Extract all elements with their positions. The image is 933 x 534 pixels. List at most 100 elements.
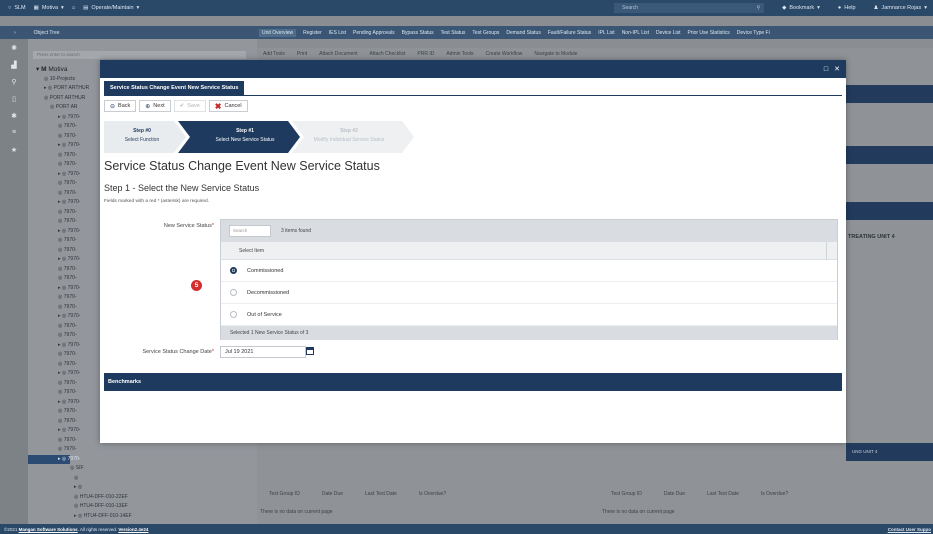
bg-tool-admin[interactable]: Admin Tools [446, 51, 473, 57]
rail-item-7[interactable]: ★ [0, 141, 28, 158]
tab-bypass-status[interactable]: Bypass Status [402, 30, 434, 36]
grid-icon: ▤ [83, 5, 89, 11]
step-0[interactable]: Step #0 Select Function [106, 127, 178, 145]
tree-node-label: 7970- [67, 256, 81, 262]
radio-selected[interactable] [230, 267, 237, 274]
list-search-input[interactable]: Search [229, 225, 271, 237]
tab-device-list[interactable]: Device List [656, 30, 680, 36]
module-name: Operate/Maintain [91, 5, 134, 11]
chevron-right-icon: ▸ ◎ [58, 113, 68, 120]
save-button[interactable]: ✔ Save [173, 100, 206, 112]
date-label-text: Service Status Change Date [142, 349, 212, 355]
step-2-number: Step #2 [340, 128, 358, 134]
list-item[interactable]: Commissioned [221, 260, 837, 282]
list-header: Search 3 items found [221, 220, 837, 242]
tree-node-label: 7970- [63, 322, 77, 329]
chevron-down-icon: ▾ [817, 5, 820, 11]
tree-root-label: Motiva [48, 66, 68, 73]
bg-tool-attach-doc[interactable]: Attach Document [319, 51, 357, 57]
tab-prior-use-statistics[interactable]: Prior Use Statistics [687, 30, 729, 36]
tree-node[interactable]: ▸ ◎ HTU4-DFF-010-14EF [28, 512, 257, 522]
bookmark-menu[interactable]: ◆ Bookmark ▾ [782, 5, 820, 11]
bg-tool-navigate[interactable]: Navigate to Module [534, 51, 577, 57]
bg-tool-add[interactable]: Add Tools [263, 51, 285, 57]
home-button[interactable]: ⌂ [72, 5, 75, 11]
bg-tool-attach-checklist[interactable]: Attach Checklist [370, 51, 406, 57]
checkmark-icon: ✔ [179, 103, 185, 109]
tree-search-input[interactable]: Press enter to search [33, 51, 246, 59]
new-status-label-text: New Service Status [163, 223, 212, 229]
footer-version-link[interactable]: Version2.4e24 [118, 527, 148, 532]
rail-item-4[interactable]: ▯ [0, 90, 28, 107]
expand-icon[interactable]: › [14, 30, 16, 36]
chevron-down-icon: ▾ [61, 5, 64, 11]
chevron-down-icon: ▾ [136, 5, 140, 11]
tab-ipl-list[interactable]: IPL List [598, 30, 615, 36]
app-menu[interactable]: ○ SLM [8, 5, 26, 11]
rail-item-5[interactable]: ✱ [0, 107, 28, 124]
org-selector[interactable]: ▦ Motiva ▾ [34, 5, 64, 11]
list-item-label: Decommissioned [247, 289, 290, 296]
next-label: Next [153, 103, 165, 109]
module-selector[interactable]: ▤ Operate/Maintain ▾ [83, 5, 139, 11]
tab-ies-list[interactable]: IES List [329, 30, 346, 36]
close-icon[interactable]: ✕ [834, 65, 840, 73]
benchmarks-section-header[interactable]: Benchmarks [104, 373, 842, 391]
tree-node-label: 7970- [63, 189, 77, 196]
rail-item-2[interactable]: ▟ [0, 56, 28, 73]
tab-register[interactable]: Register [303, 30, 322, 36]
list-item[interactable]: Decommissioned [221, 282, 837, 304]
rail-item-1[interactable]: ✺ [0, 39, 28, 56]
radio-unselected[interactable] [230, 289, 237, 296]
chevron-down-icon: ▾ [924, 5, 927, 11]
tab-test-groups[interactable]: Test Groups [472, 30, 499, 36]
cancel-button[interactable]: ✖ Cancel [208, 100, 248, 112]
tab-demand-status[interactable]: Demand Status [506, 30, 540, 36]
tree-node[interactable]: ◎ HTU4-DFF-010-22EF [28, 493, 257, 503]
bg-tool-print[interactable]: Print [297, 51, 307, 57]
radio-unselected[interactable] [230, 311, 237, 318]
tab-pending-approvals[interactable]: Pending Approvals [353, 30, 395, 36]
tree-node-label: 7970- [63, 436, 77, 443]
tree-node-label: 7970- [63, 180, 77, 186]
tree-node[interactable]: ◎ SIF [28, 464, 257, 474]
tab-fault-failure-status[interactable]: Fault/Failure Status [548, 30, 591, 36]
tab-test-status[interactable]: Test Status [441, 30, 466, 36]
tree-node-label: 7970- [67, 170, 81, 177]
bg-tool-workflow[interactable]: Create Workflow [485, 51, 522, 57]
calendar-icon[interactable] [306, 347, 314, 355]
home-icon: ⌂ [71, 5, 76, 11]
user-menu[interactable]: ♟ Jamnarce Rojas ▾ [874, 5, 927, 11]
tree-node[interactable]: ◎ 7970- [28, 445, 257, 455]
bg-col: Last Test Date [706, 491, 739, 497]
rail-item-3[interactable]: ⚲ [0, 73, 28, 90]
help-menu[interactable]: ● Help [838, 5, 856, 11]
tab-non-ipl-list[interactable]: Non-IPL List [622, 30, 649, 36]
select-item-column-header[interactable]: Select Item [221, 242, 837, 260]
footer-company-link[interactable]: Mangan Software Solutions [19, 527, 78, 532]
back-button[interactable]: ⊖ Back [104, 100, 137, 112]
tree-node-label: 7970- [67, 341, 81, 348]
tab-unit-overview[interactable]: Unit Overview [259, 28, 297, 37]
maximize-icon[interactable]: □ [824, 66, 828, 73]
chevron-right-icon: ▸ ◎ [58, 170, 68, 177]
tree-node[interactable]: ▸ ◎ 7970- [28, 454, 80, 464]
contact-support-link[interactable]: Contact User Suppo [888, 527, 933, 532]
rail-item-6[interactable]: ≡ [0, 124, 28, 141]
modal-button-bar: ⊖ Back ⊕ Next ✔ Save ✖ Cancel [104, 100, 248, 112]
chevron-right-icon: ▸ ◎ [58, 370, 68, 376]
tab-device-type[interactable]: Device Type Fi [737, 30, 770, 36]
step-0-number: Step #0 [133, 128, 151, 134]
bg-column-headers: Test Group ID Date Due Last Test Date Is… [257, 491, 599, 497]
next-button[interactable]: ⊕ Next [139, 100, 171, 112]
tree-node-label: 7970- [63, 161, 77, 167]
tree-node[interactable]: ◎ [28, 474, 257, 484]
bg-tool-prr[interactable]: PRR ID [417, 51, 434, 57]
list-item[interactable]: Out of Service [221, 304, 837, 326]
tree-node[interactable]: ◎ HTU4-DFF-010-13EF [28, 502, 257, 512]
tree-node[interactable]: ▸ ◎ [28, 483, 257, 493]
tree-node-label: 7970- [67, 227, 81, 234]
service-status-date-field[interactable]: Jul 19 2021 [220, 346, 306, 358]
step-1[interactable]: Step #1 Select New Service Status [202, 127, 288, 145]
global-search-input[interactable]: Search ⚲ [614, 3, 765, 13]
